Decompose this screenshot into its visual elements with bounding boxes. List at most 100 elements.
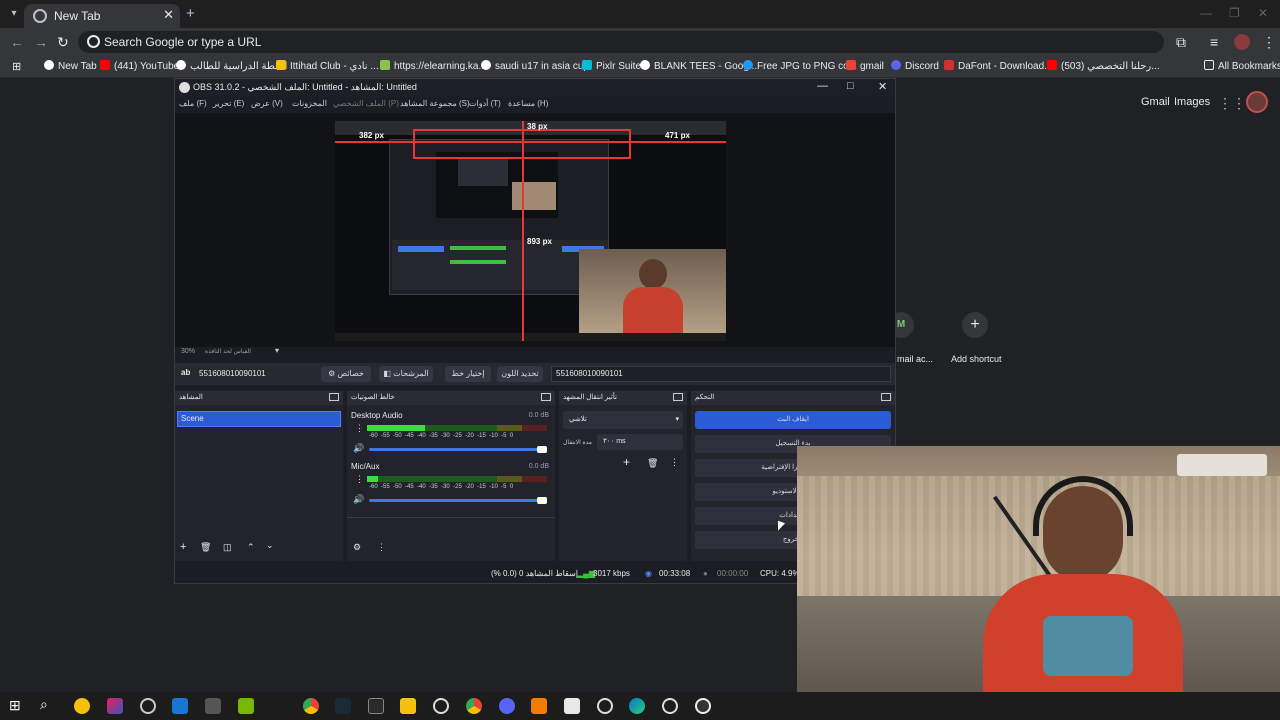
add-icon[interactable]: +	[623, 455, 630, 469]
taskbar-app-icon[interactable]	[205, 698, 221, 714]
volume-slider[interactable]	[369, 499, 547, 502]
menu-help[interactable]: مساعدة (H)	[508, 99, 548, 108]
menu-edit[interactable]: تحرير (E)	[213, 99, 244, 108]
add-shortcut-label[interactable]: Add shortcut	[951, 354, 1002, 364]
epic-games-icon[interactable]	[368, 698, 384, 714]
taskbar-app-icon[interactable]	[74, 698, 90, 714]
pick-font-button[interactable]: إختيار خط	[445, 366, 491, 382]
menu-docks[interactable]: المخزونات	[292, 99, 327, 108]
bookmark-item[interactable]: DaFont - Download...	[944, 60, 1053, 72]
add-icon[interactable]: +	[180, 541, 186, 553]
preview-zoom[interactable]: 30%	[181, 348, 195, 355]
undock-icon[interactable]	[541, 393, 551, 401]
chatgpt-icon[interactable]	[140, 698, 156, 714]
obs-minimize-icon[interactable]: —	[817, 80, 828, 92]
menu-kebab-icon[interactable]: ⋮	[1262, 34, 1276, 51]
kebab-icon[interactable]: ⋮	[670, 457, 679, 468]
taskbar-app-icon[interactable]	[172, 698, 188, 714]
preview-scale-label[interactable]: القياس لحد النافذة	[205, 348, 251, 355]
apps-grid-icon[interactable]: ⊞	[12, 60, 21, 73]
profile-avatar[interactable]	[1234, 34, 1250, 50]
chevron-down-icon[interactable]: ⌄	[266, 540, 274, 551]
bookmark-item[interactable]: Free JPG to PNG co...	[743, 60, 857, 72]
taskbar-app-icon[interactable]	[531, 698, 547, 714]
back-arrow-icon[interactable]: ←	[10, 34, 24, 50]
tab-search-icon[interactable]: ▾	[6, 6, 22, 22]
speaker-icon[interactable]: 🔊	[353, 494, 364, 505]
search-icon[interactable]: ⌕	[40, 696, 48, 713]
volume-knob[interactable]	[537, 446, 547, 453]
all-bookmarks[interactable]: All Bookmarks	[1204, 60, 1280, 72]
google-apps-icon[interactable]: ⋮⋮	[1218, 95, 1246, 112]
menu-file[interactable]: ملف (F)	[179, 99, 207, 108]
undock-icon[interactable]	[881, 393, 891, 401]
menu-view[interactable]: عرض (V)	[251, 99, 283, 108]
gmail-link[interactable]: Gmail	[1141, 96, 1170, 108]
discord-icon[interactable]	[499, 698, 515, 714]
xbox-icon[interactable]	[662, 698, 678, 714]
reload-icon[interactable]: ↻	[57, 34, 69, 51]
bookmark-item[interactable]: الخطة الدراسية للطالب	[176, 60, 287, 72]
obs-maximize-icon[interactable]: □	[847, 80, 854, 92]
kebab-icon[interactable]: ⋮	[377, 542, 386, 553]
stop-streaming-button[interactable]: ايقاف البث	[695, 411, 891, 429]
select-color-button[interactable]: تحديد اللون	[497, 366, 543, 382]
close-window-icon[interactable]: ✕	[1258, 6, 1268, 20]
steam-icon[interactable]	[335, 698, 351, 714]
bookmark-item[interactable]: Discord	[891, 60, 939, 72]
speaker-icon[interactable]: 🔊	[353, 443, 364, 454]
extensions-icon[interactable]: ⧉	[1176, 34, 1186, 51]
bookmark-item[interactable]: https://elearning.ka...	[380, 60, 487, 72]
edge-icon[interactable]	[629, 698, 645, 714]
menu-profile[interactable]: الملف الشخصي (P)	[333, 99, 399, 108]
volume-knob[interactable]	[537, 497, 547, 504]
new-tab-plus-icon[interactable]: +	[186, 5, 195, 22]
duration-spinbox[interactable]: ٣٠٠ ms	[597, 434, 683, 450]
filter-icon[interactable]: ◫	[223, 542, 232, 553]
bookmark-item[interactable]: saudi u17 in asia cup	[481, 60, 589, 72]
undock-icon[interactable]	[673, 393, 683, 401]
bookmark-item[interactable]: (441) YouTube	[100, 60, 179, 72]
maximize-icon[interactable]: ❐	[1229, 6, 1240, 20]
bookmark-item[interactable]: (503) رحلنا التخصصي...	[1047, 60, 1160, 72]
bookmark-item[interactable]: Pixlr Suite	[582, 60, 641, 72]
scene-item[interactable]: Scene	[177, 411, 341, 427]
tab-new-tab[interactable]: New Tab ✕	[24, 4, 180, 28]
filters-button[interactable]: ◧ المرشحات	[379, 366, 433, 382]
chrome-icon[interactable]	[466, 698, 482, 714]
add-shortcut-icon[interactable]: +	[962, 312, 988, 338]
trash-icon[interactable]: 🗑	[200, 542, 211, 553]
media-controls-icon[interactable]: ≡	[1210, 34, 1218, 50]
chrome-icon[interactable]	[303, 698, 319, 714]
gear-icon[interactable]: ⚙	[353, 542, 361, 553]
address-bar[interactable]: Search Google or type a URL	[78, 31, 1164, 53]
bookmark-item[interactable]: Ittihad Club - نادي ...	[276, 60, 379, 72]
transition-select[interactable]: تلاشي ▾	[563, 411, 683, 429]
bookmark-item[interactable]: gmail	[846, 60, 884, 72]
obs-close-icon[interactable]: ✕	[878, 80, 887, 93]
chevron-up-icon[interactable]: ⌃	[247, 542, 255, 553]
kebab-icon[interactable]: ⋮	[355, 474, 364, 485]
obs-taskbar-icon[interactable]	[695, 698, 711, 714]
text-field[interactable]: 551608010090101	[551, 366, 891, 382]
close-tab-icon[interactable]: ✕	[163, 7, 174, 23]
copilot-icon[interactable]	[107, 698, 123, 714]
settings-icon[interactable]	[433, 698, 449, 714]
scale-dropdown-icon[interactable]: ▾	[275, 346, 279, 355]
capcut-icon[interactable]	[564, 698, 580, 714]
volume-slider[interactable]	[369, 448, 547, 451]
windows-start-icon[interactable]: ⊞	[9, 697, 21, 714]
preview-canvas[interactable]: 38 px 382 px 471 px 893 px	[335, 121, 726, 341]
gear-icon[interactable]	[597, 698, 613, 714]
menu-tools[interactable]: أدوات (T)	[469, 99, 501, 108]
user-avatar[interactable]	[1246, 91, 1268, 113]
shortcut-label[interactable]: mail ac...	[897, 354, 933, 364]
images-link[interactable]: Images	[1174, 96, 1210, 108]
bookmark-item[interactable]: BLANK TEES - Goog...	[640, 60, 757, 72]
trash-icon[interactable]: 🗑	[647, 458, 658, 469]
file-explorer-icon[interactable]	[400, 698, 416, 714]
nvidia-icon[interactable]	[238, 698, 254, 714]
undock-icon[interactable]	[329, 393, 339, 401]
minimize-icon[interactable]: —	[1200, 6, 1212, 20]
forward-arrow-icon[interactable]: →	[34, 34, 48, 50]
